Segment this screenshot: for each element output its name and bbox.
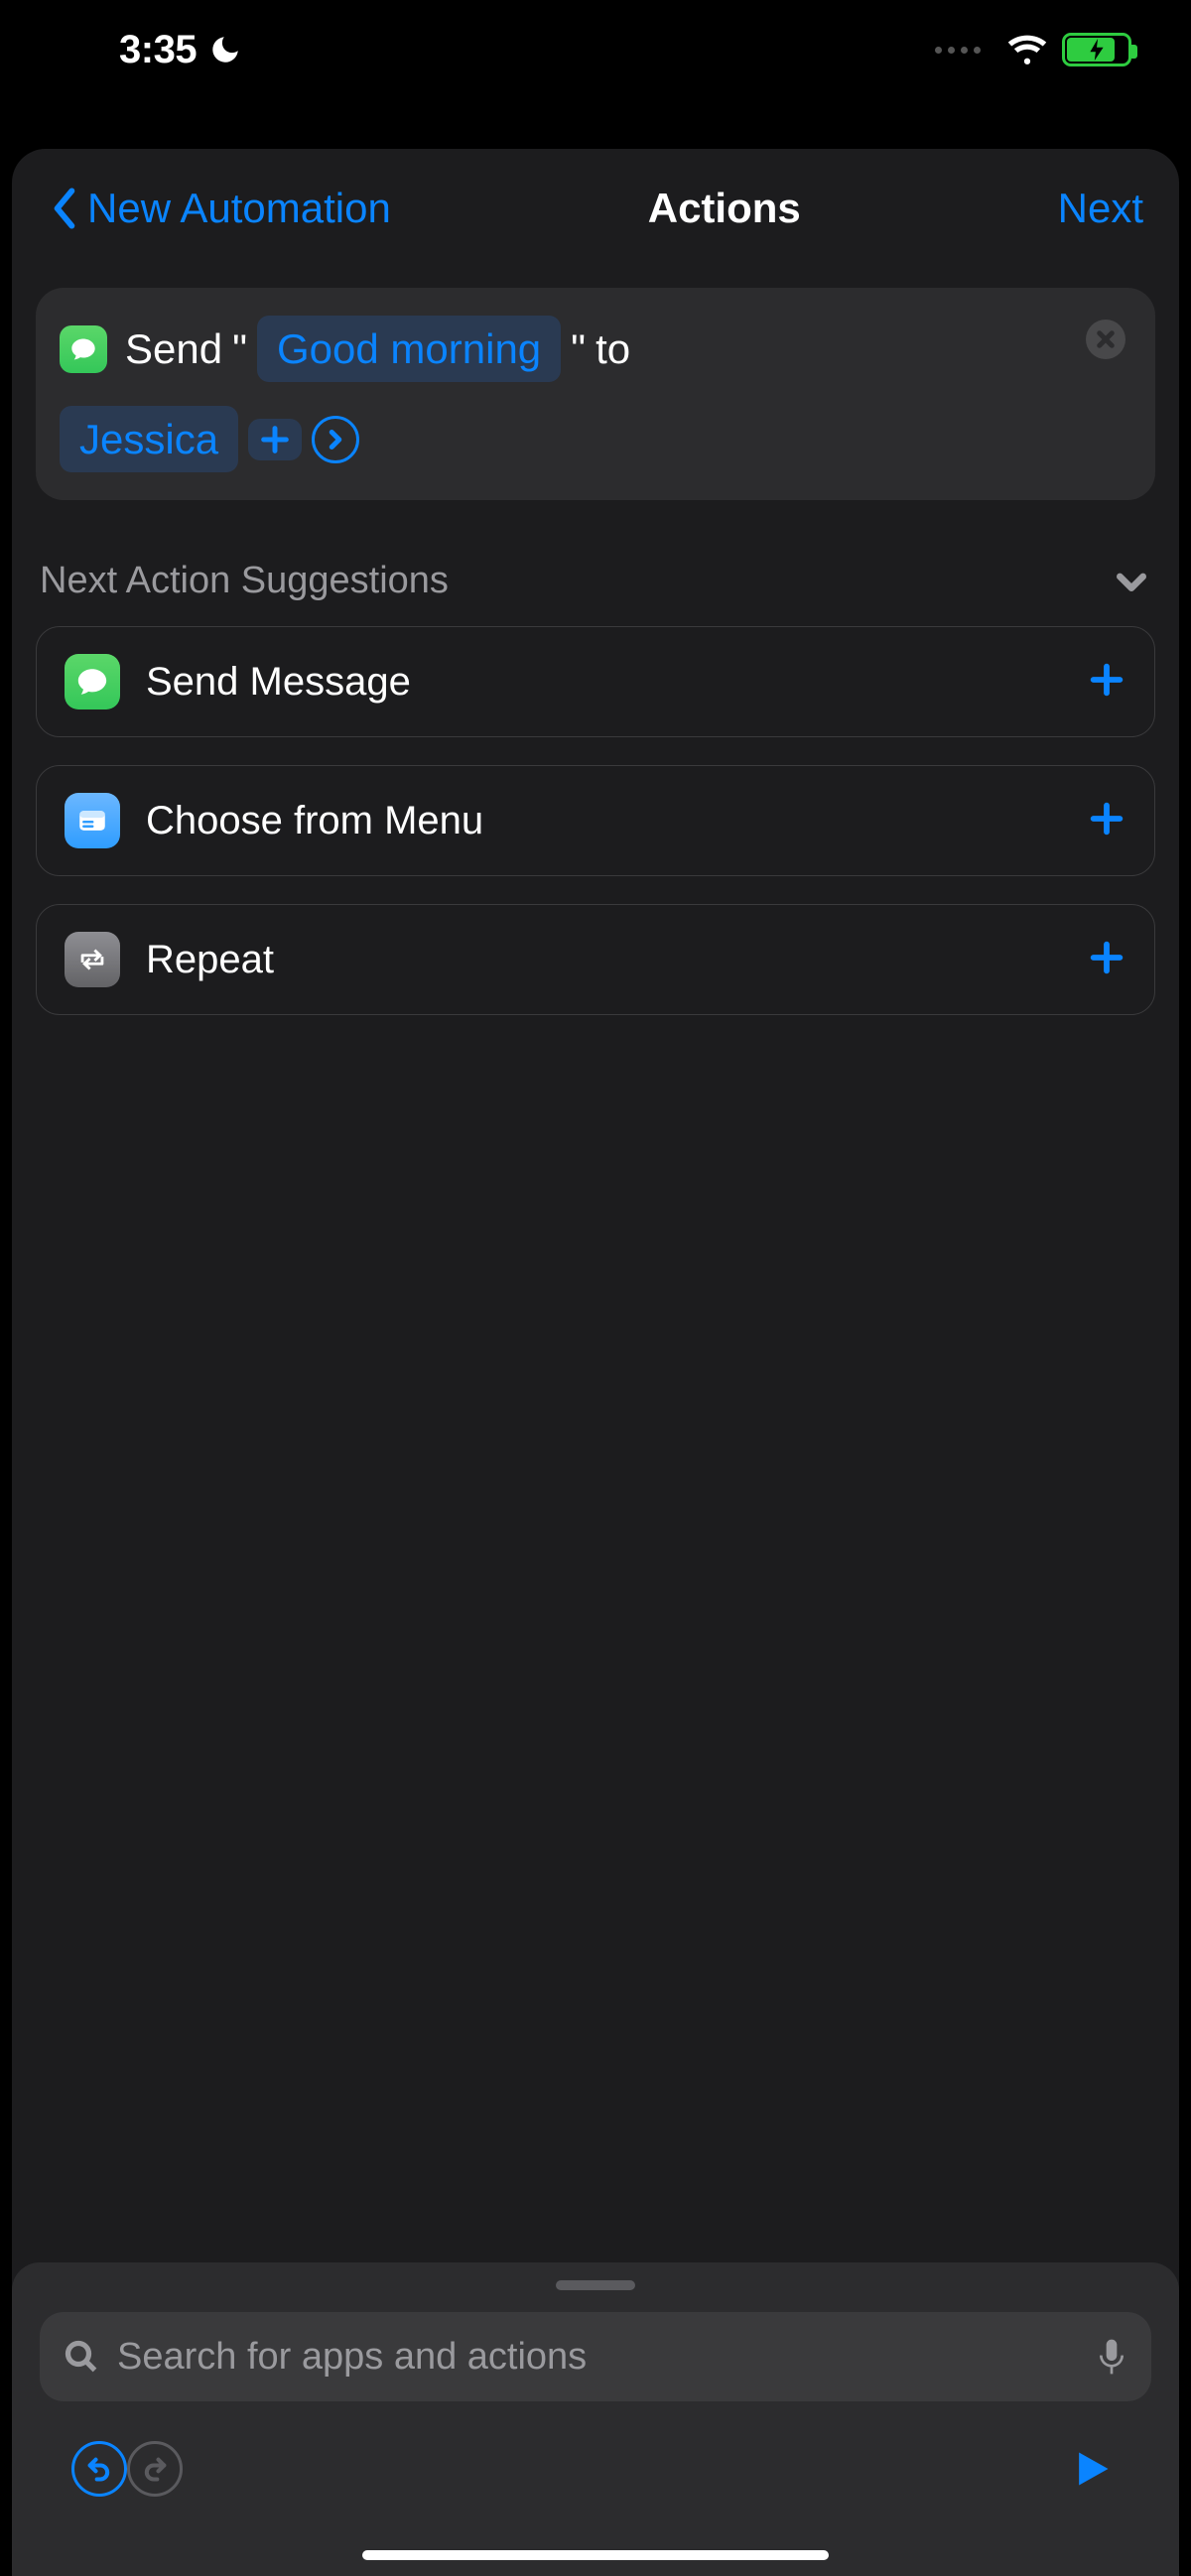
home-indicator[interactable] (362, 2550, 829, 2560)
quote-open: " (232, 318, 247, 380)
suggestion-label: Repeat (146, 938, 1061, 982)
bottom-panel: Search for apps and actions (12, 2262, 1179, 2576)
search-icon (64, 2339, 99, 2375)
battery-charging-icon (1062, 33, 1131, 66)
menu-icon (65, 793, 120, 848)
dictation-icon[interactable] (1096, 2337, 1127, 2377)
action-send-message[interactable]: Send " Good morning " to Jessica (36, 288, 1155, 500)
recipient-token[interactable]: Jessica (60, 406, 238, 472)
modal-sheet: New Automation Actions Next Send " Good … (12, 149, 1179, 2576)
sheet-grabber[interactable] (556, 2280, 635, 2290)
chevron-down-icon (1112, 562, 1151, 601)
delete-action-button[interactable] (1086, 320, 1125, 359)
add-suggestion-button[interactable] (1087, 938, 1126, 982)
status-time: 3:35 (119, 28, 197, 72)
nav-bar: New Automation Actions Next (12, 149, 1179, 268)
status-bar: 3:35 (0, 0, 1191, 99)
redo-icon (141, 2455, 169, 2483)
suggestion-send-message[interactable]: Send Message (36, 626, 1155, 737)
suggestions-header-label: Next Action Suggestions (40, 560, 449, 602)
action-word-to: to (596, 318, 630, 380)
back-label: New Automation (87, 185, 391, 232)
action-word-send: Send (125, 318, 222, 380)
do-not-disturb-icon (208, 33, 242, 66)
page-dots-icon (935, 47, 981, 54)
plus-icon (1087, 660, 1126, 700)
search-input[interactable]: Search for apps and actions (40, 2312, 1151, 2401)
chevron-left-icon (48, 187, 81, 230)
plus-icon (1087, 938, 1126, 977)
undo-icon (85, 2455, 113, 2483)
page-title: Actions (648, 185, 801, 232)
message-text-token[interactable]: Good morning (257, 316, 561, 382)
suggestion-choose-from-menu[interactable]: Choose from Menu (36, 765, 1155, 876)
plus-icon (1087, 799, 1126, 838)
suggestion-repeat[interactable]: Repeat (36, 904, 1155, 1015)
plus-icon (258, 423, 292, 456)
add-recipient-button[interactable] (248, 419, 302, 460)
chevron-right-icon (326, 430, 345, 450)
back-button[interactable]: New Automation (48, 185, 391, 232)
add-suggestion-button[interactable] (1087, 799, 1126, 843)
wifi-icon (1006, 29, 1048, 70)
show-more-button[interactable] (312, 416, 359, 463)
suggestion-label: Send Message (146, 660, 1061, 705)
redo-button (127, 2441, 183, 2497)
suggestion-label: Choose from Menu (146, 799, 1061, 843)
quote-close: " (571, 318, 586, 380)
next-button[interactable]: Next (1058, 185, 1143, 232)
repeat-icon (65, 932, 120, 987)
run-button[interactable] (1064, 2441, 1120, 2497)
close-icon (1096, 329, 1116, 349)
play-icon (1070, 2447, 1114, 2491)
suggestions-header[interactable]: Next Action Suggestions (40, 560, 1151, 602)
add-suggestion-button[interactable] (1087, 660, 1126, 705)
messages-app-icon (60, 325, 107, 373)
messages-app-icon (65, 654, 120, 709)
search-placeholder: Search for apps and actions (117, 2336, 1078, 2379)
undo-button[interactable] (71, 2441, 127, 2497)
